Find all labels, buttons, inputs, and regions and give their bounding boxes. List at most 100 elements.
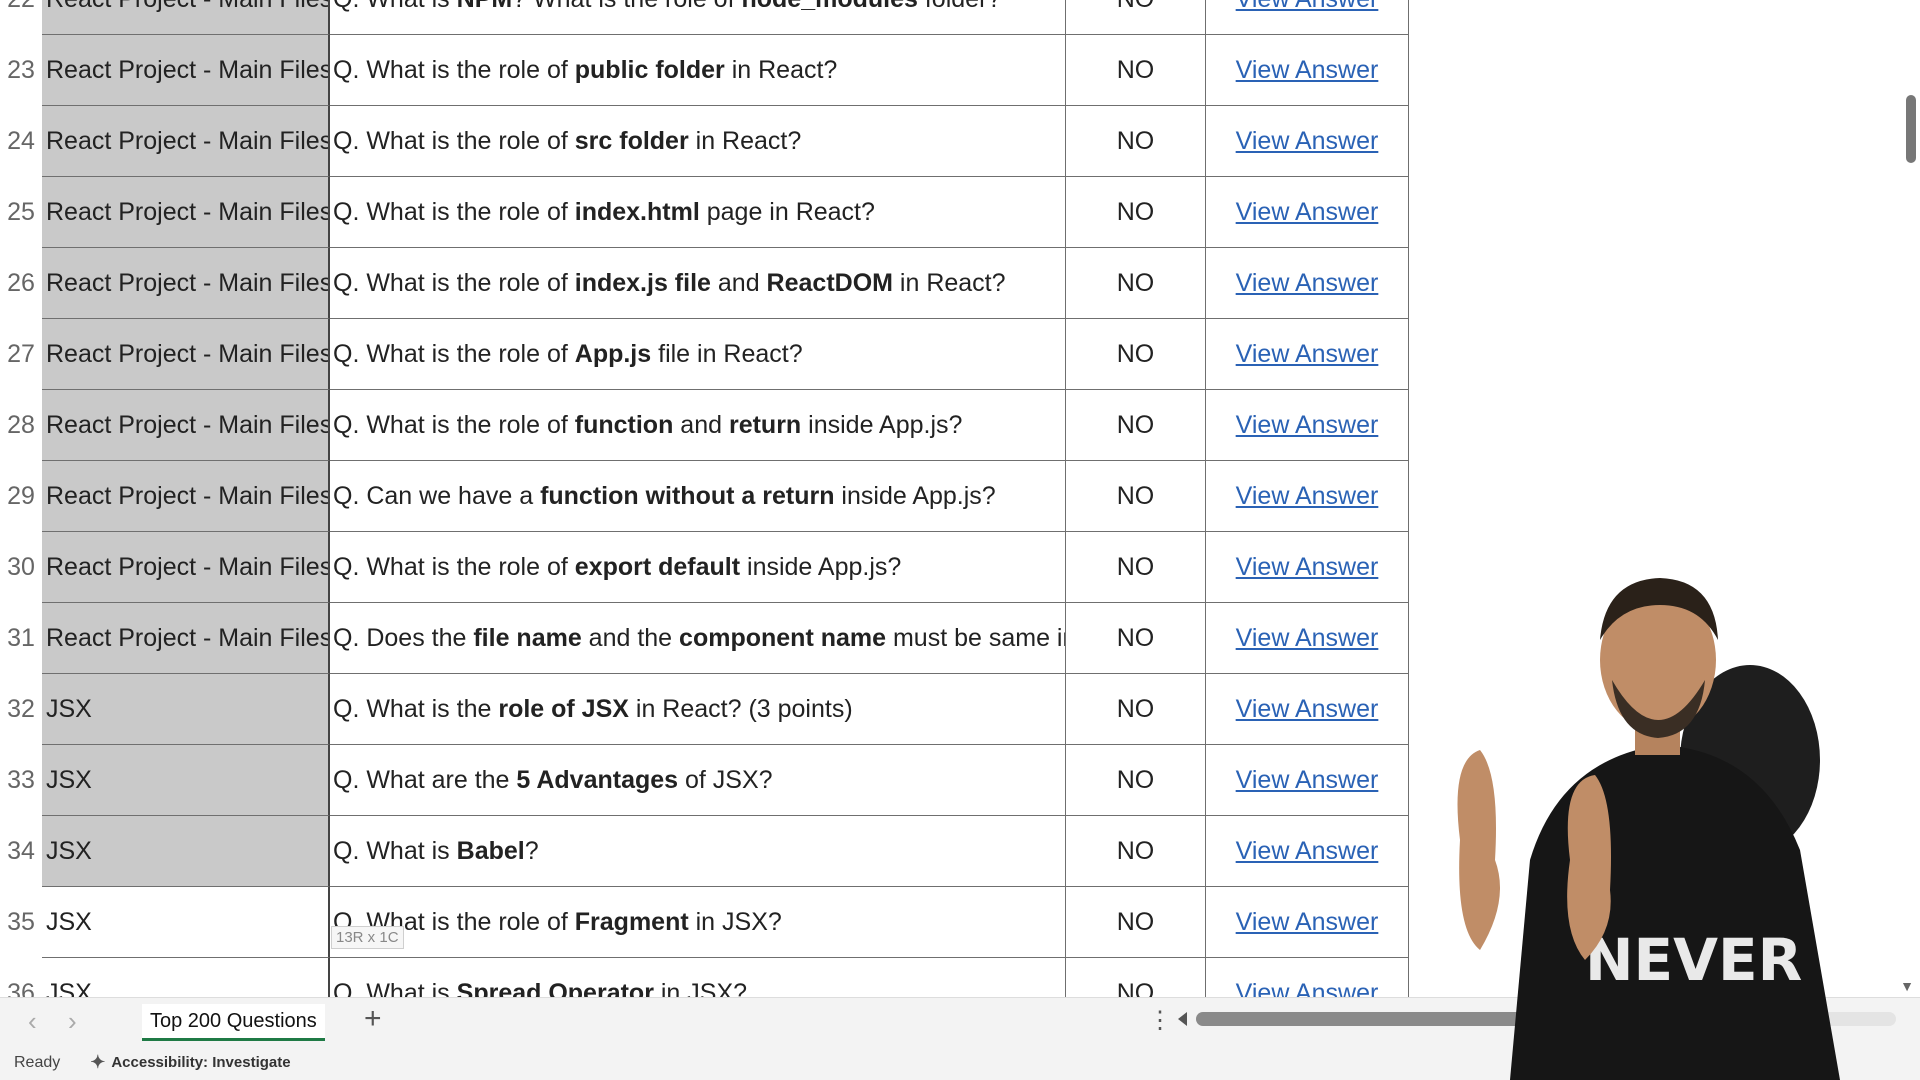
row-number[interactable]: 36 bbox=[0, 958, 42, 997]
question-cell[interactable]: Q. What is the role of public folder in … bbox=[330, 35, 1066, 106]
horizontal-scroll-thumb[interactable] bbox=[1196, 1012, 1616, 1026]
view-answer-link[interactable]: View Answer bbox=[1236, 56, 1379, 85]
vertical-scroll-thumb[interactable] bbox=[1906, 95, 1916, 163]
view-answer-link[interactable]: View Answer bbox=[1236, 482, 1379, 511]
question-cell[interactable]: Q. What is Spread Operator in JSX? bbox=[330, 958, 1066, 997]
status-cell[interactable]: NO bbox=[1066, 461, 1206, 532]
status-cell[interactable]: NO bbox=[1066, 603, 1206, 674]
status-cell[interactable]: NO bbox=[1066, 390, 1206, 461]
topic-cell[interactable]: React Project - Main Files & F bbox=[42, 532, 330, 603]
vertical-scrollbar[interactable]: ▼ bbox=[1896, 0, 1920, 997]
question-cell[interactable]: Q. What is the role of Fragment in JSX? bbox=[330, 887, 1066, 958]
status-cell[interactable]: NO bbox=[1066, 0, 1206, 35]
topic-cell[interactable]: JSX bbox=[42, 674, 330, 745]
row-number[interactable]: 34 bbox=[0, 816, 42, 887]
row-number[interactable]: 24 bbox=[0, 106, 42, 177]
view-answer-link[interactable]: View Answer bbox=[1236, 553, 1379, 582]
status-cell[interactable]: NO bbox=[1066, 674, 1206, 745]
topic-cell[interactable]: React Project - Main Files & F bbox=[42, 177, 330, 248]
row-number[interactable]: 33 bbox=[0, 745, 42, 816]
status-cell[interactable]: NO bbox=[1066, 35, 1206, 106]
scroll-left-arrow-icon[interactable] bbox=[1178, 1012, 1187, 1026]
view-answer-link[interactable]: View Answer bbox=[1236, 766, 1379, 795]
question-cell[interactable]: Q. What is the role of App.js file in Re… bbox=[330, 319, 1066, 390]
question-text-segment: and bbox=[710, 268, 767, 297]
accessibility-status[interactable]: ✦ Accessibility: Investigate bbox=[90, 1052, 290, 1073]
row-number[interactable]: 28 bbox=[0, 390, 42, 461]
question-cell[interactable]: Q. Does the file name and the component … bbox=[330, 603, 1066, 674]
row-number[interactable]: 25 bbox=[0, 177, 42, 248]
view-answer-link[interactable]: View Answer bbox=[1236, 624, 1379, 653]
row-number[interactable]: 35 bbox=[0, 887, 42, 958]
horizontal-scrollbar[interactable] bbox=[1196, 1012, 1896, 1026]
topic-cell[interactable]: JSX bbox=[42, 816, 330, 887]
question-text-segment: index.html bbox=[574, 197, 700, 226]
status-cell[interactable]: NO bbox=[1066, 887, 1206, 958]
row-number[interactable]: 31 bbox=[0, 603, 42, 674]
view-answer-link[interactable]: View Answer bbox=[1236, 695, 1379, 724]
topic-cell[interactable]: React Project - Main Files & F bbox=[42, 35, 330, 106]
accessibility-icon: ✦ bbox=[90, 1052, 106, 1072]
status-cell[interactable]: NO bbox=[1066, 319, 1206, 390]
topic-cell[interactable]: JSX bbox=[42, 958, 330, 997]
question-text-segment: and the bbox=[581, 623, 680, 652]
status-cell[interactable]: NO bbox=[1066, 816, 1206, 887]
topic-cell[interactable]: JSX bbox=[42, 887, 330, 958]
question-cell[interactable]: Q. What is the role of export default in… bbox=[330, 532, 1066, 603]
view-answer-link[interactable]: View Answer bbox=[1236, 198, 1379, 227]
question-cell[interactable]: Q. What is the role of JSX in React? (3 … bbox=[330, 674, 1066, 745]
question-text-segment: in React? bbox=[892, 268, 1006, 297]
question-text-segment: component name bbox=[679, 623, 887, 652]
question-cell[interactable]: Q. What is the role of index.js file and… bbox=[330, 248, 1066, 319]
question-cell[interactable]: Q. What are the 5 Advantages of JSX? bbox=[330, 745, 1066, 816]
status-cell[interactable]: NO bbox=[1066, 745, 1206, 816]
view-answer-link[interactable]: View Answer bbox=[1236, 269, 1379, 298]
chevron-left-icon[interactable]: ‹ bbox=[28, 1006, 37, 1037]
question-cell[interactable]: Q. What is the role of index.html page i… bbox=[330, 177, 1066, 248]
topic-cell[interactable]: React Project - Main Files & F bbox=[42, 0, 330, 35]
status-cell[interactable]: NO bbox=[1066, 177, 1206, 248]
status-cell[interactable]: NO bbox=[1066, 248, 1206, 319]
plus-icon[interactable]: + bbox=[364, 1002, 382, 1036]
status-cell[interactable]: NO bbox=[1066, 106, 1206, 177]
answer-link-cell: View Answer bbox=[1206, 0, 1409, 35]
question-cell[interactable]: Q. What is the role of function and retu… bbox=[330, 390, 1066, 461]
more-vertical-icon[interactable]: ⋮ bbox=[1148, 1006, 1172, 1035]
view-answer-link[interactable]: View Answer bbox=[1236, 837, 1379, 866]
question-text-segment: Q. What is the role of bbox=[333, 552, 575, 581]
table-row: 36 JSX Q. What is Spread Operator in JSX? N… bbox=[0, 958, 1410, 997]
topic-cell[interactable]: React Project - Main Files & F bbox=[42, 390, 330, 461]
question-text-segment: ReactDOM bbox=[766, 268, 893, 297]
topic-cell[interactable]: JSX bbox=[42, 745, 330, 816]
view-answer-link[interactable]: View Answer bbox=[1236, 979, 1379, 998]
view-answer-link[interactable]: View Answer bbox=[1236, 340, 1379, 369]
question-cell[interactable]: Q. What is the role of src folder in Rea… bbox=[330, 106, 1066, 177]
question-cell[interactable]: Q. What is NPM? What is the role of node… bbox=[330, 0, 1066, 35]
topic-cell[interactable]: React Project - Main Files & F bbox=[42, 603, 330, 674]
view-answer-link[interactable]: View Answer bbox=[1236, 411, 1379, 440]
sheet-tab-active[interactable]: Top 200 Questions bbox=[142, 1004, 325, 1041]
topic-cell[interactable]: React Project - Main Files & F bbox=[42, 106, 330, 177]
topic-cell[interactable]: React Project - Main Files & F bbox=[42, 319, 330, 390]
question-cell[interactable]: Q. What is Babel? bbox=[330, 816, 1066, 887]
table-row: 23React Project - Main Files & FQ. What … bbox=[0, 35, 1410, 106]
row-number[interactable]: 29 bbox=[0, 461, 42, 532]
status-cell[interactable]: NO bbox=[1066, 532, 1206, 603]
row-number[interactable]: 32 bbox=[0, 674, 42, 745]
row-number[interactable]: 22 bbox=[0, 0, 42, 35]
status-cell[interactable]: NO bbox=[1066, 958, 1206, 997]
topic-cell[interactable]: React Project - Main Files & F bbox=[42, 248, 330, 319]
row-number[interactable]: 30 bbox=[0, 532, 42, 603]
row-number[interactable]: 23 bbox=[0, 35, 42, 106]
view-answer-link[interactable]: View Answer bbox=[1236, 127, 1379, 156]
question-cell[interactable]: Q. Can we have a function without a retu… bbox=[330, 461, 1066, 532]
chevron-right-icon[interactable]: › bbox=[68, 1006, 77, 1037]
question-text-segment: Q. What is bbox=[333, 836, 457, 865]
scroll-down-arrow-icon[interactable]: ▼ bbox=[1900, 978, 1914, 994]
spreadsheet-grid[interactable]: 22React Project - Main Files & FQ. What … bbox=[0, 0, 1920, 997]
view-answer-link[interactable]: View Answer bbox=[1236, 0, 1379, 14]
topic-cell[interactable]: React Project - Main Files & F bbox=[42, 461, 330, 532]
row-number[interactable]: 27 bbox=[0, 319, 42, 390]
row-number[interactable]: 26 bbox=[0, 248, 42, 319]
view-answer-link[interactable]: View Answer bbox=[1236, 908, 1379, 937]
